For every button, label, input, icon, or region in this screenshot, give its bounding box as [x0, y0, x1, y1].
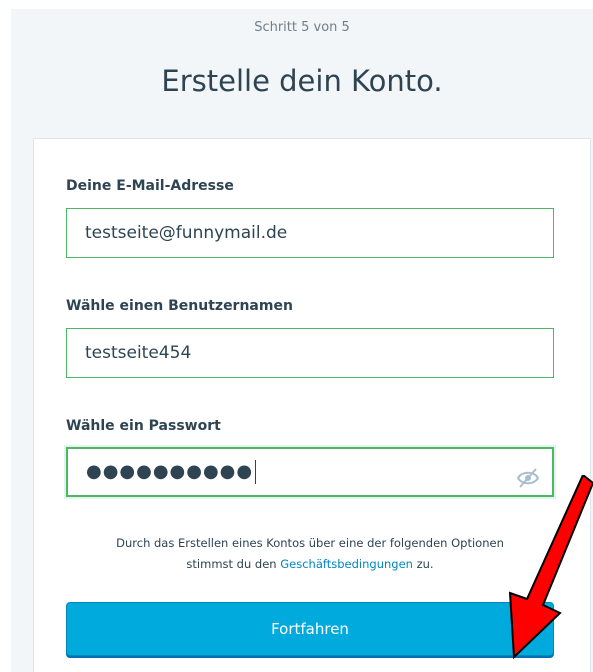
email-field[interactable]: testseite@funnymail.de	[66, 208, 554, 258]
signup-page: Schritt 5 von 5 Erstelle dein Konto. Dei…	[0, 0, 593, 672]
username-label: Wähle einen Benutzernamen	[66, 298, 293, 314]
email-label: Deine E-Mail-Adresse	[66, 178, 234, 194]
page-title: Erstelle dein Konto.	[161, 64, 443, 98]
terms-line-2-suffix: zu.	[412, 557, 434, 571]
terms-notice: Durch das Erstellen eines Kontos über ei…	[60, 533, 560, 575]
continue-button[interactable]: Fortfahren	[66, 602, 554, 656]
username-field[interactable]: testseite454	[66, 328, 554, 378]
password-label: Wähle ein Passwort	[66, 418, 221, 434]
text-caret	[255, 460, 257, 484]
terms-line-2-prefix: stimmst du den	[186, 557, 281, 571]
terms-link[interactable]: Geschäftsbedingungen	[280, 557, 413, 571]
password-masked-value: ●●●●●●●●●●	[86, 461, 254, 482]
step-indicator: Schritt 5 von 5	[254, 20, 350, 35]
password-field[interactable]: ●●●●●●●●●●	[66, 447, 554, 497]
username-value: testseite454	[85, 343, 192, 363]
red-arrow-icon	[508, 475, 593, 660]
terms-line-1: Durch das Erstellen eines Kontos über ei…	[116, 536, 504, 550]
email-value: testseite@funnymail.de	[85, 223, 288, 243]
